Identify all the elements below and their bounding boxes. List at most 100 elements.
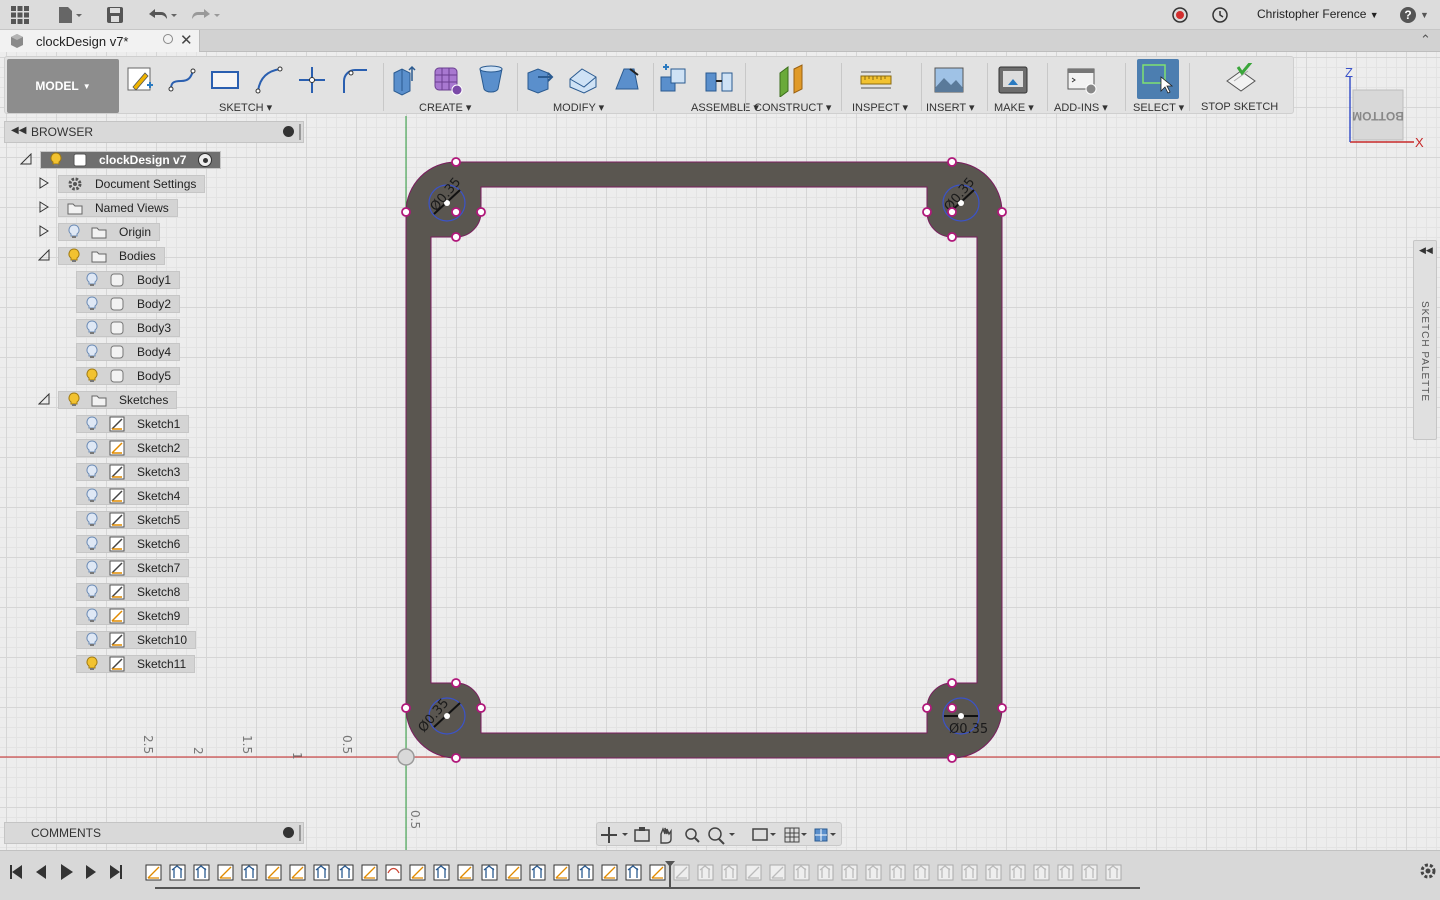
- rectangle-tool[interactable]: [208, 63, 242, 97]
- view-cube[interactable]: Z X BOTTOM: [1344, 64, 1434, 154]
- help-menu[interactable]: ? ▼: [1399, 4, 1429, 26]
- undo-icon[interactable]: [145, 4, 179, 26]
- tree-item-body[interactable]: Body5: [76, 366, 181, 386]
- tree-node-chip[interactable]: Document Settings: [58, 175, 206, 193]
- create-group-label[interactable]: CREATE ▾: [419, 101, 471, 114]
- record-icon[interactable]: [1171, 4, 1189, 26]
- timeline-feature[interactable]: [745, 864, 762, 881]
- visibility-bulb-icon[interactable]: [85, 440, 99, 456]
- visibility-bulb-icon[interactable]: [85, 560, 99, 576]
- timeline-feature[interactable]: [385, 864, 402, 881]
- timeline-feature[interactable]: [1057, 864, 1074, 881]
- tree-node-chip[interactable]: Origin: [58, 223, 161, 241]
- tree-node-chip[interactable]: Body2: [76, 295, 181, 313]
- visibility-bulb-icon[interactable]: [85, 464, 99, 480]
- timeline-feature[interactable]: [865, 864, 882, 881]
- comments-panel-header[interactable]: COMMENTS: [4, 822, 304, 844]
- browser-options-icon[interactable]: [283, 126, 294, 137]
- origin-point[interactable]: [397, 748, 415, 766]
- visibility-bulb-icon[interactable]: [85, 536, 99, 552]
- document-tab[interactable]: clockDesign v7* ✕: [0, 30, 200, 52]
- job-status-clock-icon[interactable]: [1211, 4, 1229, 26]
- constraint-point[interactable]: [451, 157, 461, 167]
- tree-node-chip[interactable]: Sketch6: [76, 535, 190, 553]
- timeline-feature[interactable]: [433, 864, 450, 881]
- viewports-icon[interactable]: [814, 828, 836, 842]
- panel-resize-handle[interactable]: [299, 825, 301, 841]
- visibility-bulb-icon[interactable]: [85, 656, 99, 672]
- tree-item-sketch[interactable]: Sketch10: [76, 630, 197, 650]
- measure-tool[interactable]: [859, 63, 893, 97]
- tree-item-document-settings[interactable]: Document Settings: [38, 174, 206, 194]
- tree-root-design[interactable]: clockDesign v7: [19, 150, 222, 170]
- expand-triangle-icon[interactable]: [38, 176, 50, 192]
- timeline-feature[interactable]: [337, 864, 354, 881]
- select-group-label[interactable]: SELECT ▾: [1133, 101, 1184, 114]
- timeline-feature[interactable]: [529, 864, 546, 881]
- tree-item-body[interactable]: Body3: [76, 318, 181, 338]
- timeline-feature[interactable]: [697, 864, 714, 881]
- fillet-tool[interactable]: [566, 63, 600, 97]
- point-tool[interactable]: [295, 63, 329, 97]
- tree-node-chip[interactable]: Sketch3: [76, 463, 190, 481]
- timeline-feature[interactable]: [601, 864, 618, 881]
- tree-item-sketch[interactable]: Sketch9: [76, 606, 190, 626]
- tree-item-sketch[interactable]: Sketch4: [76, 486, 190, 506]
- file-menu-icon[interactable]: [56, 4, 84, 26]
- form-tool[interactable]: [430, 63, 464, 97]
- timeline-feature[interactable]: [985, 864, 1002, 881]
- constraint-point[interactable]: [476, 703, 486, 713]
- visibility-bulb-icon[interactable]: [67, 392, 81, 408]
- constraint-point[interactable]: [997, 703, 1007, 713]
- panel-resize-handle[interactable]: [299, 124, 301, 140]
- timeline-feature[interactable]: [409, 864, 426, 881]
- constraint-point[interactable]: [922, 703, 932, 713]
- timeline-feature[interactable]: [1009, 864, 1026, 881]
- grid-settings-icon[interactable]: [784, 827, 807, 843]
- timeline-play-icon[interactable]: [61, 864, 73, 880]
- sketch-group-label[interactable]: SKETCH ▾: [219, 101, 272, 114]
- timeline-feature[interactable]: [769, 864, 786, 881]
- tree-node-chip[interactable]: Sketch5: [76, 511, 190, 529]
- tree-node-chip[interactable]: Bodies: [58, 247, 165, 265]
- pan-hand-icon[interactable]: [660, 827, 672, 844]
- constraint-point[interactable]: [947, 678, 957, 688]
- new-component-tool[interactable]: [657, 63, 691, 97]
- tree-node-chip[interactable]: Body5: [76, 367, 181, 385]
- line-tool[interactable]: [165, 63, 199, 97]
- tree-item-sketches[interactable]: Sketches: [37, 390, 178, 410]
- visibility-bulb-icon[interactable]: [85, 512, 99, 528]
- constraint-point[interactable]: [401, 703, 411, 713]
- timeline-go-to-end-icon[interactable]: [110, 865, 122, 879]
- insert-group-label[interactable]: INSERT ▾: [926, 101, 975, 114]
- collapse-triangle-icon[interactable]: [19, 152, 32, 168]
- design-canvas[interactable]: Ø0.35 Ø0.35 Ø0.35 Ø0.35 2.5 2 1.5 1 0.5 …: [0, 52, 1440, 850]
- tree-item-sketch[interactable]: Sketch3: [76, 462, 190, 482]
- tree-node-chip[interactable]: Body3: [76, 319, 181, 337]
- timeline-feature[interactable]: [553, 864, 570, 881]
- tree-item-body[interactable]: Body2: [76, 294, 181, 314]
- tree-node-chip[interactable]: Sketch2: [76, 439, 190, 457]
- user-account-menu[interactable]: Christopher Ference ▼: [1257, 7, 1379, 21]
- constraint-point[interactable]: [947, 703, 957, 713]
- collapse-triangle-icon[interactable]: [37, 248, 50, 264]
- timeline-feature[interactable]: [793, 864, 810, 881]
- timeline-feature[interactable]: [457, 864, 474, 881]
- scripts-addins-tool[interactable]: [1065, 63, 1099, 97]
- revolve-tool[interactable]: [474, 63, 508, 97]
- tree-node-chip[interactable]: Sketches: [58, 391, 178, 409]
- frame-body-outer[interactable]: [405, 161, 1003, 759]
- tree-node-chip[interactable]: clockDesign v7: [40, 151, 222, 169]
- visibility-bulb-icon[interactable]: [67, 248, 81, 264]
- tree-item-sketch[interactable]: Sketch8: [76, 582, 190, 602]
- addins-group-label[interactable]: ADD-INS ▾: [1054, 101, 1108, 114]
- timeline-feature[interactable]: [649, 864, 666, 881]
- tree-item-sketch[interactable]: Sketch6: [76, 534, 190, 554]
- visibility-bulb-icon[interactable]: [85, 368, 99, 384]
- tree-node-chip[interactable]: Sketch10: [76, 631, 197, 649]
- timeline-feature[interactable]: [889, 864, 906, 881]
- timeline-step-forward-icon[interactable]: [86, 865, 96, 879]
- timeline-feature[interactable]: [505, 864, 522, 881]
- workspace-switcher[interactable]: MODEL ▼: [7, 59, 119, 113]
- expand-triangle-icon[interactable]: [38, 224, 50, 240]
